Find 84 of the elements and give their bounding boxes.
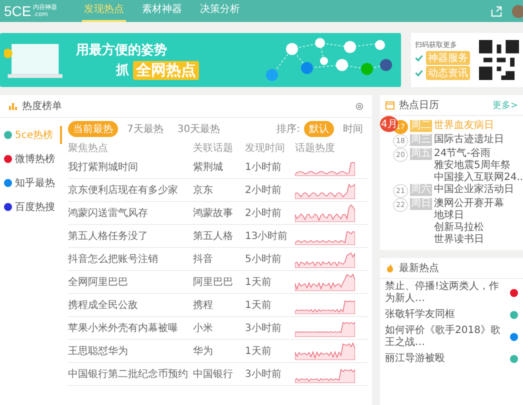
topic-link[interactable]: 王思聪怼华为 bbox=[68, 344, 193, 358]
topic-link[interactable]: 全网阿里巴巴 bbox=[68, 275, 193, 289]
calendar-event[interactable]: 中国企业家活动日 bbox=[434, 184, 514, 196]
table-cell-text: 1天前 bbox=[245, 345, 272, 358]
column-header: 关联话题 bbox=[193, 142, 234, 155]
sort-label: 排序: bbox=[276, 122, 300, 136]
news-link[interactable]: 如何评价《歌手2018》歌王之战… bbox=[385, 325, 507, 349]
topic-link[interactable]: 京东便利店现在有多少家 bbox=[68, 183, 193, 197]
topic-link[interactable]: 我打紫荆城时间 bbox=[68, 160, 193, 174]
calendar-event[interactable]: 24节气-谷雨 bbox=[434, 148, 523, 160]
table-cell-text: 第五人格 bbox=[193, 230, 234, 243]
table-cell-text: 小米 bbox=[193, 322, 214, 335]
calendar-event[interactable]: 雅安地震5周年祭 bbox=[434, 160, 523, 172]
table-cell-text: 2小时前 bbox=[245, 184, 282, 197]
panel-title: 最新热点 bbox=[399, 262, 439, 275]
feature-label: 动态资讯 bbox=[426, 66, 470, 80]
column-header: 话题热度 bbox=[295, 142, 336, 155]
column-header: 聚焦热点 bbox=[68, 142, 109, 155]
calendar-event[interactable]: 创新马拉松 bbox=[434, 222, 504, 234]
banner-headline: 用最方便的姿势 bbox=[76, 42, 168, 58]
avatar[interactable] bbox=[512, 4, 523, 18]
calendar-event[interactable]: 澳网公开赛开幕 bbox=[434, 198, 504, 210]
table-cell-text: 3小时前 bbox=[245, 322, 282, 335]
settings-icon[interactable] bbox=[355, 102, 364, 110]
table-cell-text: 携程 bbox=[193, 298, 214, 312]
calendar-icon bbox=[385, 100, 395, 110]
calendar-event[interactable]: 地球日 bbox=[434, 210, 504, 222]
banner-highlight: 全网热点 bbox=[133, 60, 199, 80]
source-icon bbox=[4, 203, 12, 211]
column-header: 发现时间 bbox=[245, 142, 286, 155]
table-cell-text: 华为 bbox=[193, 344, 214, 358]
table-cell-text: 1天前 bbox=[245, 299, 272, 312]
range-tab[interactable]: 30天最热 bbox=[172, 121, 226, 137]
topic-link[interactable]: 抖音怎么把账号注销 bbox=[68, 252, 193, 266]
source-icon bbox=[510, 355, 518, 363]
range-tab[interactable]: 7天最热 bbox=[122, 121, 168, 137]
weekday-tag: 周二 bbox=[410, 120, 432, 132]
source-icon bbox=[510, 289, 518, 297]
share-icon[interactable] bbox=[491, 6, 502, 16]
source-icon bbox=[4, 155, 12, 163]
table-cell-text: 京东 bbox=[193, 184, 214, 197]
table-cell-text: 5小时前 bbox=[245, 252, 282, 266]
source-icon bbox=[4, 179, 12, 187]
source-tab[interactable]: 百度热搜 bbox=[0, 198, 62, 216]
panel-title: 热点日历 bbox=[399, 98, 439, 112]
calendar-event[interactable]: 国际古迹遗址日 bbox=[434, 134, 504, 146]
table-cell-text: 中国银行 bbox=[193, 368, 234, 381]
panel-title: 热度榜单 bbox=[22, 100, 62, 113]
table-cell-text: 2小时前 bbox=[245, 206, 282, 220]
topic-link[interactable]: 携程成全民公敌 bbox=[68, 298, 193, 312]
table-cell-text: 抖音 bbox=[193, 252, 214, 266]
source-tab[interactable]: 微博热榜 bbox=[0, 150, 62, 168]
bar-chart-icon bbox=[8, 101, 18, 111]
sparkline bbox=[295, 319, 355, 337]
feature-label: 神器服务 bbox=[426, 51, 470, 65]
topic-link[interactable]: 苹果小米外壳有内幕被曝 bbox=[68, 321, 193, 335]
flame-icon bbox=[385, 263, 395, 273]
topic-link[interactable]: 中国银行第二批纪念币预约 bbox=[68, 367, 193, 381]
calendar-event[interactable]: 中国接入互联网24.. bbox=[434, 172, 523, 184]
table-cell-text: 1天前 bbox=[245, 276, 272, 289]
sparkline bbox=[295, 204, 355, 222]
table-cell-text: 紫荆城 bbox=[193, 160, 224, 174]
sparkline bbox=[295, 250, 355, 268]
table-cell-text: 13小时前 bbox=[245, 230, 289, 243]
calendar-event[interactable]: 世界读书日 bbox=[434, 234, 504, 246]
banner-verb: 抓 bbox=[116, 62, 129, 79]
source-tab[interactable]: 知乎最热 bbox=[0, 174, 62, 192]
table-cell-text: 鸿蒙故事 bbox=[193, 206, 234, 220]
sort-option[interactable]: 时间 bbox=[338, 121, 368, 137]
news-link[interactable]: 丽江导游被殴 bbox=[385, 353, 507, 365]
sparkline bbox=[295, 181, 355, 199]
source-icon bbox=[510, 311, 518, 319]
table-cell-text: 1小时前 bbox=[245, 160, 282, 174]
source-icon bbox=[4, 131, 12, 139]
source-icon bbox=[510, 333, 518, 341]
table-cell-text: 3小时前 bbox=[245, 368, 282, 381]
sparkline bbox=[295, 273, 355, 291]
topic-link[interactable]: 鸿蒙闪送雷气风存 bbox=[68, 206, 193, 220]
news-link[interactable]: 禁止、停播!这两类人，作为新人… bbox=[385, 281, 507, 305]
qr-code bbox=[479, 40, 519, 80]
table-cell-text: 阿里巴巴 bbox=[193, 276, 234, 289]
topic-link[interactable]: 第五人格任务没了 bbox=[68, 229, 193, 243]
news-link[interactable]: 张敬轩学友同框 bbox=[385, 309, 507, 321]
sparkline bbox=[295, 342, 355, 360]
